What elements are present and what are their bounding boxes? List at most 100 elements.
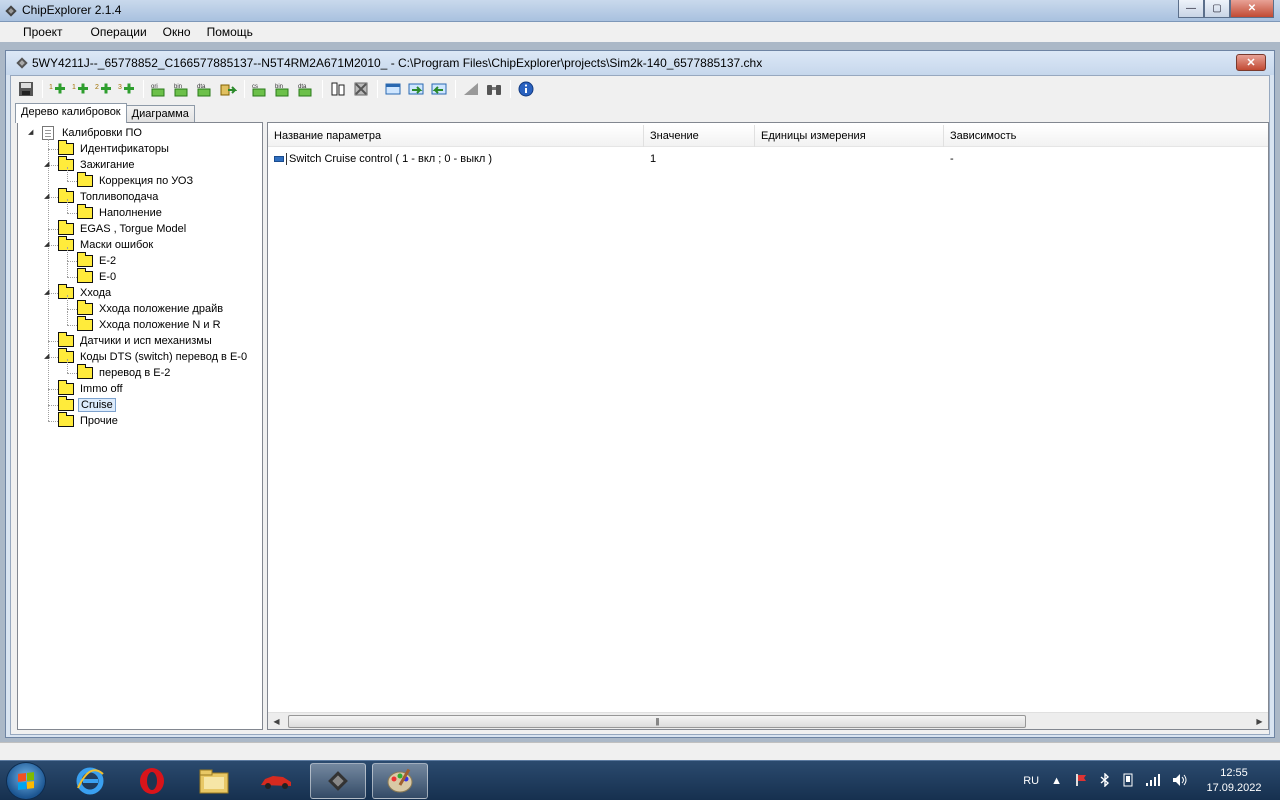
- add-2-icon[interactable]: 1: [70, 78, 92, 100]
- horizontal-scrollbar[interactable]: ◀ ||| ▶: [268, 712, 1268, 729]
- bluetooth-icon[interactable]: [1100, 771, 1110, 790]
- info-icon[interactable]: [515, 78, 537, 100]
- tree-item[interactable]: Прочие: [58, 412, 120, 429]
- collapse-arrow-icon[interactable]: ◢: [44, 353, 52, 361]
- tree-item[interactable]: Ххода положение драйв: [77, 300, 225, 317]
- collapse-arrow-icon[interactable]: ◢: [44, 289, 52, 297]
- document-close-button[interactable]: ✕: [1236, 54, 1266, 71]
- tree-item[interactable]: ◢ Маски ошибок: [44, 236, 155, 253]
- tree-item[interactable]: ◢ Коды DTS (switch) перевод в E-0: [44, 348, 249, 365]
- tree-item[interactable]: EGAS , Torgue Model: [58, 220, 188, 237]
- tree-item[interactable]: Коррекция по УОЗ: [77, 172, 195, 189]
- add-1-icon[interactable]: 1: [47, 78, 69, 100]
- tree-item[interactable]: Идентификаторы: [58, 140, 171, 157]
- column-units[interactable]: Единицы измерения: [755, 125, 944, 147]
- binoculars-icon[interactable]: [483, 78, 505, 100]
- tree-item[interactable]: Immo off: [58, 380, 125, 397]
- clock[interactable]: 12:55 17.09.2022: [1194, 766, 1274, 796]
- collapse-arrow-icon[interactable]: ◢: [28, 129, 36, 137]
- collapse-arrow-icon[interactable]: ◢: [44, 193, 52, 201]
- tree-connector: [48, 389, 58, 390]
- window-2-icon[interactable]: [405, 78, 427, 100]
- volume-icon[interactable]: [1172, 773, 1188, 790]
- scroll-thumb[interactable]: |||: [288, 715, 1026, 728]
- menu-project[interactable]: Проект: [16, 25, 70, 39]
- compare-icon[interactable]: [327, 78, 349, 100]
- tab-calibration-tree[interactable]: Дерево калибровок: [15, 103, 127, 123]
- tree-root[interactable]: ◢ Калибровки ПО: [28, 125, 144, 141]
- tree-item[interactable]: Cruise: [58, 396, 116, 413]
- signal-icon[interactable]: [1146, 773, 1160, 789]
- opera-icon[interactable]: [124, 763, 180, 799]
- triangle-icon[interactable]: [460, 78, 482, 100]
- minimize-button[interactable]: —: [1178, 0, 1204, 18]
- window-1-icon[interactable]: [382, 78, 404, 100]
- scroll-left-arrow[interactable]: ◀: [268, 713, 285, 729]
- folder-icon: [77, 204, 93, 219]
- window-3-icon[interactable]: [428, 78, 450, 100]
- tree-item-label: Ххода: [80, 287, 112, 299]
- tree-item[interactable]: E-0: [77, 268, 118, 285]
- collapse-arrow-icon[interactable]: ◢: [44, 241, 52, 249]
- save-bin-icon[interactable]: bin: [272, 78, 294, 100]
- tree-connector: [67, 167, 68, 181]
- ori-file-icon[interactable]: ori: [148, 78, 170, 100]
- table-row[interactable]: Switch Cruise control ( 1 - вкл ; 0 - вы…: [268, 151, 1268, 167]
- save-icon[interactable]: [15, 78, 37, 100]
- folder-icon: [58, 188, 74, 203]
- tab-diagram[interactable]: Диаграмма: [125, 105, 195, 123]
- folder-icon: [58, 396, 74, 411]
- bin-file-icon[interactable]: bin: [171, 78, 193, 100]
- column-value[interactable]: Значение: [644, 125, 755, 147]
- ie-icon[interactable]: [62, 763, 118, 799]
- delete-compare-icon[interactable]: [350, 78, 372, 100]
- maximize-button[interactable]: ▢: [1204, 0, 1230, 18]
- checksum-icon[interactable]: cs: [249, 78, 271, 100]
- tree-item[interactable]: перевод в E-2: [77, 364, 172, 381]
- tree-item-label: Идентификаторы: [80, 143, 169, 155]
- menu-window[interactable]: Окно: [156, 25, 198, 39]
- tree-item[interactable]: Датчики и исп механизмы: [58, 332, 214, 349]
- folder-icon: [77, 268, 93, 283]
- close-button[interactable]: ✕: [1230, 0, 1274, 18]
- menu-help[interactable]: Помощь: [200, 25, 260, 39]
- tree-item-label: Ххода положение N и R: [99, 319, 221, 331]
- menu-operations[interactable]: Операции: [84, 25, 154, 39]
- app-title: ChipExplorer 2.1.4: [22, 3, 122, 17]
- explorer-icon[interactable]: [186, 763, 242, 799]
- chip-app-task-icon[interactable]: [310, 763, 366, 799]
- document-body: 1 1 2 3 ori bin dta cs bin dta Дерево ка…: [10, 75, 1270, 735]
- tree-connector: [48, 405, 58, 406]
- start-button[interactable]: [6, 762, 46, 800]
- tree-item-label: Прочие: [80, 415, 118, 427]
- toolbar-separator: [377, 80, 378, 98]
- column-dependency[interactable]: Зависимость: [944, 125, 1268, 147]
- tree-item[interactable]: ◢ Топливоподача: [44, 188, 160, 205]
- car-app-icon[interactable]: [248, 763, 304, 799]
- collapse-arrow-icon[interactable]: ◢: [44, 161, 52, 169]
- save-dta-icon[interactable]: dta: [295, 78, 317, 100]
- export-icon[interactable]: [217, 78, 239, 100]
- scroll-right-arrow[interactable]: ▶: [1251, 713, 1268, 729]
- dta-file-icon[interactable]: dta: [194, 78, 216, 100]
- chip-app-icon: [5, 5, 17, 17]
- add-3-icon[interactable]: 3: [116, 78, 138, 100]
- list-header: Название параметра Значение Единицы изме…: [268, 125, 1268, 147]
- document-window: 5WY4211J--_65778852_C166577885137--N5T4R…: [5, 50, 1275, 738]
- tree-item-label: E-2: [99, 255, 117, 267]
- folder-icon: [58, 220, 74, 235]
- device-icon[interactable]: [1122, 773, 1134, 790]
- language-indicator[interactable]: RU: [1023, 775, 1039, 787]
- tree-item[interactable]: E-2: [77, 252, 118, 269]
- flag-icon[interactable]: [1074, 773, 1088, 790]
- add-2-level-icon[interactable]: 2: [93, 78, 115, 100]
- windows-logo-icon: [18, 772, 34, 790]
- column-parameter-name[interactable]: Название параметра: [268, 125, 644, 147]
- window-controls: — ▢ ✕: [1178, 0, 1274, 18]
- tray-expand-arrow[interactable]: ▲: [1051, 775, 1062, 787]
- paint-icon[interactable]: [372, 763, 428, 799]
- tree-connector: [67, 181, 77, 182]
- tree-item[interactable]: Наполнение: [77, 204, 164, 221]
- tree-item[interactable]: Ххода положение N и R: [77, 316, 223, 333]
- tree-item[interactable]: ◢ Зажигание: [44, 156, 137, 173]
